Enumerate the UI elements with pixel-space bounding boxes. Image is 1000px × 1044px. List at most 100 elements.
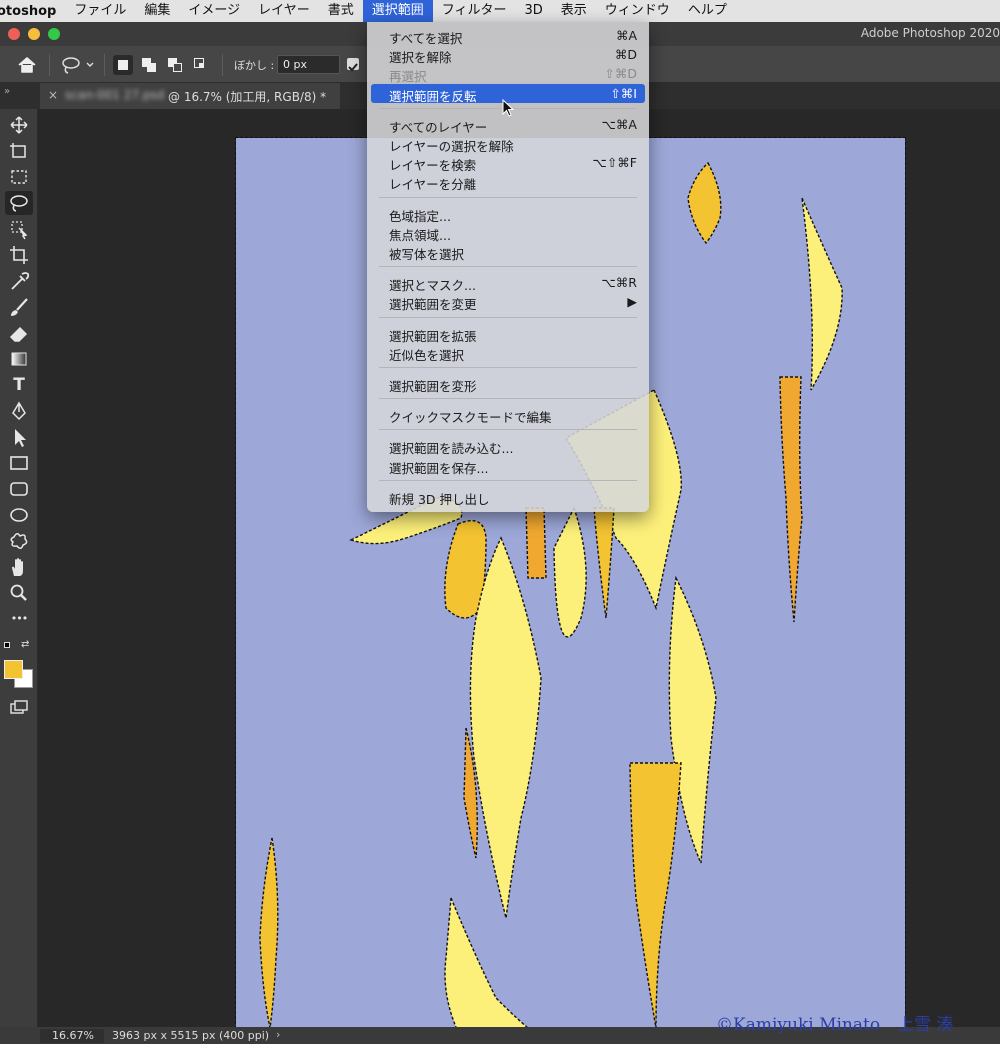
menu-item[interactable]: 近似色を選択 xyxy=(367,343,649,363)
hand-tool-icon[interactable] xyxy=(5,555,33,579)
menu-item[interactable]: すべてを選択 ⌘A xyxy=(367,26,649,46)
macos-menu-bar: otoshop ファイル 編集 イメージ レイヤー 書式 選択範囲 フィルター 3D 表示 ウィン… xyxy=(0,0,1000,22)
type-tool-icon[interactable]: T xyxy=(5,373,33,397)
app-menu[interactable]: otoshop xyxy=(0,4,65,19)
menu-item-label: 選択範囲を拡張 xyxy=(389,328,477,344)
menu-item-label: レイヤーを分離 xyxy=(389,177,477,193)
crop-tool-icon[interactable] xyxy=(5,243,33,267)
object-select-tool-icon[interactable] xyxy=(5,217,33,241)
menu-item[interactable]: 選択範囲を読み込む... xyxy=(367,436,649,457)
menu-item[interactable]: 選択範囲を拡張 xyxy=(367,324,649,344)
copyright-watermark: ©Kamiyuki Minato 上雪 湊 xyxy=(716,1015,954,1035)
menubar-item-2[interactable]: イメージ xyxy=(179,0,249,22)
menubar-item-0[interactable]: ファイル xyxy=(65,0,135,22)
feather-label: ぼかし : xyxy=(234,59,275,72)
menu-item-label: 新規 3D 押し出し xyxy=(389,491,490,507)
intersect-selection-mode-button[interactable] xyxy=(191,55,211,75)
feather-input[interactable]: 0 px xyxy=(277,55,340,74)
marquee-tool-icon[interactable] xyxy=(5,165,33,189)
zoom-tool-icon[interactable] xyxy=(5,581,33,605)
screen-mode-icon[interactable] xyxy=(5,695,33,719)
ellipse-tool-icon[interactable] xyxy=(5,503,33,527)
custom-shape-tool-icon[interactable] xyxy=(5,529,33,553)
menu-item-shortcut: ⌘D xyxy=(614,47,637,63)
window-title: Adobe Photoshop 2020 xyxy=(860,26,1000,40)
menu-item-shortcut: ⌥⌘A xyxy=(601,116,637,132)
menu-item-shortcut: ⌘A xyxy=(615,28,637,43)
menubar-item-9[interactable]: ウィンドウ xyxy=(596,0,679,22)
menu-item[interactable]: 選択範囲を保存... xyxy=(367,456,649,476)
shape-right-yellow xyxy=(668,575,717,864)
status-chevron-icon[interactable]: › xyxy=(276,1028,280,1041)
shape-leaf-top xyxy=(687,161,722,245)
menu-item[interactable]: クイックマスクモードで編集 xyxy=(367,405,649,426)
menubar-item-7[interactable]: 3D xyxy=(516,0,552,22)
more-tools-icon[interactable]: ••• xyxy=(5,607,33,631)
brush-tool-icon[interactable] xyxy=(5,295,33,319)
minimize-window-icon[interactable] xyxy=(28,28,40,40)
subtract-selection-mode-button[interactable] xyxy=(165,55,185,75)
menubar-item-6[interactable]: フィルター xyxy=(433,0,516,22)
eyedropper-tool-icon[interactable] xyxy=(5,269,33,293)
home-icon[interactable] xyxy=(17,56,37,73)
menu-item-label: 色域指定... xyxy=(389,208,451,224)
anti-alias-checkbox[interactable] xyxy=(347,58,359,72)
menubar-item-10[interactable]: ヘルプ xyxy=(679,0,736,22)
panel-collapse-icon[interactable]: » xyxy=(4,86,10,97)
menu-item[interactable]: 選択範囲を変更 ▶ xyxy=(367,292,649,312)
menu-item-label: 選択範囲を反転 xyxy=(389,88,477,104)
document-tab[interactable]: × scan-001 27.psd @ 16.7% (加工用, RGB/8) * xyxy=(40,83,340,109)
menubar-item-8[interactable]: 表示 xyxy=(552,0,596,22)
gradient-tool-icon[interactable] xyxy=(5,347,33,371)
document-dimensions: 3963 px x 5515 px (400 ppi) xyxy=(112,1029,270,1042)
menubar-item-4[interactable]: 書式 xyxy=(319,0,363,22)
menu-item[interactable]: レイヤーを分離 xyxy=(367,172,649,193)
close-window-icon[interactable] xyxy=(8,28,20,40)
zoom-window-icon[interactable] xyxy=(48,28,60,40)
default-colors-icon[interactable] xyxy=(4,642,12,650)
rounded-rect-tool-icon[interactable] xyxy=(5,477,33,501)
shape-bar-small xyxy=(525,507,547,579)
shape-mid-gold-triangle xyxy=(593,507,615,619)
menu-item[interactable]: 焦点領域... xyxy=(367,223,649,243)
rectangle-tool-icon[interactable] xyxy=(5,451,33,475)
menu-item[interactable]: レイヤーを検索 ⌥⇧⌘F xyxy=(367,153,649,173)
shape-right-flame xyxy=(801,197,843,391)
menu-item-label: 選択範囲を変形 xyxy=(389,379,477,394)
pen-tool-icon[interactable] xyxy=(5,399,33,423)
menu-separator xyxy=(379,367,637,368)
menu-separator xyxy=(379,479,637,481)
menubar-item-5[interactable]: 選択範囲 xyxy=(362,0,433,22)
lasso-tool-icon[interactable] xyxy=(5,191,33,215)
zoom-level-field[interactable]: 16.67% xyxy=(40,1029,104,1043)
menu-item[interactable]: 選択範囲を変形 xyxy=(367,374,649,394)
menu-item[interactable]: 新規 3D 押し出し xyxy=(367,487,649,507)
move-tool-icon[interactable] xyxy=(5,113,33,137)
menu-item-label: クイックマスクモードで編集 xyxy=(389,410,552,426)
menu-item[interactable]: レイヤーの選択を解除 xyxy=(367,134,649,154)
mouse-cursor-icon xyxy=(502,99,515,117)
menu-item[interactable]: 被写体を選択 xyxy=(367,242,649,262)
lasso-preset-icon[interactable] xyxy=(60,55,98,75)
add-selection-mode-button[interactable] xyxy=(139,55,159,75)
menu-separator xyxy=(379,196,637,198)
new-selection-mode-button[interactable] xyxy=(113,55,133,75)
menu-item[interactable]: 色域指定... xyxy=(367,204,649,224)
menu-item-label: すべてのレイヤー xyxy=(389,119,488,135)
menu-separator xyxy=(379,316,637,318)
menu-item[interactable]: 選択とマスク... ⌥⌘R xyxy=(367,273,649,294)
menubar-item-1[interactable]: 編集 xyxy=(135,0,179,22)
menubar-item-3[interactable]: レイヤー xyxy=(249,0,319,22)
menu-item-label: 選択を解除 xyxy=(389,50,452,66)
foreground-color-swatch[interactable] xyxy=(4,660,23,679)
artboard-tool-icon[interactable] xyxy=(5,139,33,163)
tab-close-icon[interactable]: × xyxy=(48,88,58,102)
eraser-tool-icon[interactable] xyxy=(5,321,33,345)
menu-item-label: 被写体を選択 xyxy=(389,247,465,262)
menu-item-label: 選択とマスク... xyxy=(389,278,476,294)
menu-item[interactable]: 選択を解除 ⌘D xyxy=(367,45,649,66)
menu-item-shortcut: ⇧⌘D xyxy=(604,66,637,82)
path-select-tool-icon[interactable] xyxy=(5,425,33,449)
swap-colors-icon[interactable]: ⇄ xyxy=(21,639,29,650)
menu-item-label: 選択範囲を読み込む... xyxy=(389,441,514,457)
